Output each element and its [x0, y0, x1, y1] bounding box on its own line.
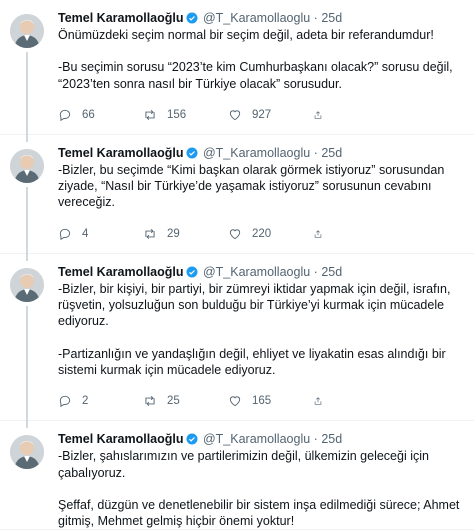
like-count: 927	[252, 108, 272, 121]
author-handle[interactable]: @T_Karamollaoglu	[203, 146, 310, 160]
tweet-paragraph: -Bizler, bir kişiyi, bir partiyi, bir zü…	[58, 281, 451, 329]
timestamp[interactable]: 25d	[321, 11, 342, 25]
reply-button[interactable]: 4	[58, 227, 143, 241]
retweet-icon	[145, 109, 155, 120]
tweet-paragraph: -Bizler, şahıslarımızın ve partilerimizi…	[58, 449, 429, 480]
retweet-button[interactable]: 25	[143, 394, 228, 408]
retweet-count: 29	[167, 227, 180, 240]
profile-photo-icon	[10, 14, 44, 48]
timestamp[interactable]: 25d	[321, 432, 342, 446]
author-handle[interactable]: @T_Karamollaoglu	[203, 11, 310, 25]
like-count: 165	[252, 395, 272, 408]
reply-button[interactable]: 2	[58, 394, 143, 408]
like-button[interactable]: 927	[228, 108, 313, 122]
author-handle[interactable]: @T_Karamollaoglu	[203, 265, 310, 279]
retweet-count: 25	[167, 395, 180, 408]
tweet-header: Temel Karamollaoğlu @T_Karamollaoglu · 2…	[58, 264, 460, 280]
reply-icon	[59, 228, 71, 240]
avatar[interactable]	[10, 267, 44, 302]
retweet-button[interactable]: 156	[143, 108, 228, 122]
tweet-text: -Bizler, bir kişiyi, bir partiyi, bir zü…	[58, 281, 460, 378]
author-name[interactable]: Temel Karamollaoğlu	[58, 11, 184, 25]
tweet-actions: 2 25 165	[58, 388, 460, 414]
like-button[interactable]: 165	[228, 394, 313, 408]
reply-count: 4	[82, 227, 89, 240]
author-handle[interactable]: @T_Karamollaoglu	[203, 432, 310, 446]
separator-dot: ·	[313, 11, 318, 25]
tweet-paragraph: -Partizanlığın ve yandaşlığın değil, ehl…	[58, 346, 446, 377]
like-button[interactable]: 220	[228, 227, 313, 241]
author-name[interactable]: Temel Karamollaoğlu	[58, 265, 184, 279]
share-button[interactable]	[313, 394, 333, 408]
retweet-count: 156	[167, 108, 187, 121]
tweet-text: Önümüzdeki seçim normal bir seçim değil,…	[58, 27, 460, 92]
share-button[interactable]	[313, 108, 333, 122]
thread-connector	[26, 52, 28, 142]
tweet-paragraph: -Bizler, bu seçimde “Kimi başkan olarak …	[58, 162, 445, 210]
thread-connector	[26, 305, 28, 429]
share-button[interactable]	[313, 227, 333, 241]
reply-icon	[59, 109, 71, 121]
tweet[interactable]: Temel Karamollaoğlu @T_Karamollaoglu · 2…	[0, 254, 474, 429]
like-icon	[229, 396, 241, 407]
tweet-header: Temel Karamollaoğlu @T_Karamollaoglu · 2…	[58, 431, 460, 447]
avatar[interactable]	[10, 14, 44, 48]
tweet-text: -Bizler, şahıslarımızın ve partilerimizi…	[58, 448, 460, 529]
tweet-paragraph: Önümüzdeki seçim normal bir seçim değil,…	[58, 28, 434, 42]
tweet-paragraph: -Bu seçimin sorusu “2023’te kim Cumhurba…	[58, 60, 453, 91]
verified-badge-icon	[186, 147, 197, 159]
share-icon	[314, 111, 322, 119]
profile-photo-icon	[10, 267, 44, 302]
profile-photo-icon	[10, 148, 44, 183]
tweet[interactable]: Temel Karamollaoğlu @T_Karamollaoglu · 2…	[0, 0, 474, 142]
reply-count: 2	[82, 395, 89, 408]
separator-dot: ·	[313, 264, 318, 279]
tweet-thread: Temel Karamollaoğlu @T_Karamollaoglu · 2…	[0, 0, 474, 530]
avatar[interactable]	[10, 148, 44, 183]
reply-count: 66	[82, 108, 95, 121]
verified-badge-icon	[186, 266, 197, 278]
separator-dot: ·	[313, 432, 318, 447]
separator-dot: ·	[313, 145, 318, 160]
retweet-icon	[145, 396, 155, 407]
like-icon	[229, 229, 241, 239]
author-name[interactable]: Temel Karamollaoğlu	[58, 432, 184, 446]
like-count: 220	[252, 227, 272, 240]
tweet-header: Temel Karamollaoğlu @T_Karamollaoglu · 2…	[58, 145, 460, 161]
reply-icon	[59, 396, 71, 408]
reply-button[interactable]: 66	[58, 108, 143, 122]
profile-photo-icon	[10, 435, 44, 470]
timestamp[interactable]: 25d	[321, 146, 342, 160]
like-icon	[229, 110, 241, 121]
tweet[interactable]: Temel Karamollaoğlu @T_Karamollaoglu · 2…	[0, 421, 474, 530]
retweet-icon	[145, 228, 155, 239]
tweet-actions: 66 156 927	[58, 102, 460, 128]
retweet-button[interactable]: 29	[143, 227, 228, 241]
thread-connector	[26, 186, 28, 261]
timestamp[interactable]: 25d	[321, 265, 342, 279]
tweet-header: Temel Karamollaoğlu @T_Karamollaoglu · 2…	[58, 10, 460, 26]
tweet-text: -Bizler, bu seçimde “Kimi başkan olarak …	[58, 162, 460, 211]
verified-badge-icon	[186, 433, 197, 445]
tweet-actions: 4 29 220	[58, 221, 460, 247]
author-name[interactable]: Temel Karamollaoğlu	[58, 146, 184, 160]
share-icon	[314, 397, 322, 405]
tweet-paragraph: Şeffaf, düzgün ve denetlenebilir bir sis…	[58, 497, 460, 529]
avatar[interactable]	[10, 435, 44, 470]
tweet[interactable]: Temel Karamollaoğlu @T_Karamollaoglu · 2…	[0, 135, 474, 261]
share-icon	[314, 229, 322, 238]
verified-badge-icon	[186, 12, 197, 24]
